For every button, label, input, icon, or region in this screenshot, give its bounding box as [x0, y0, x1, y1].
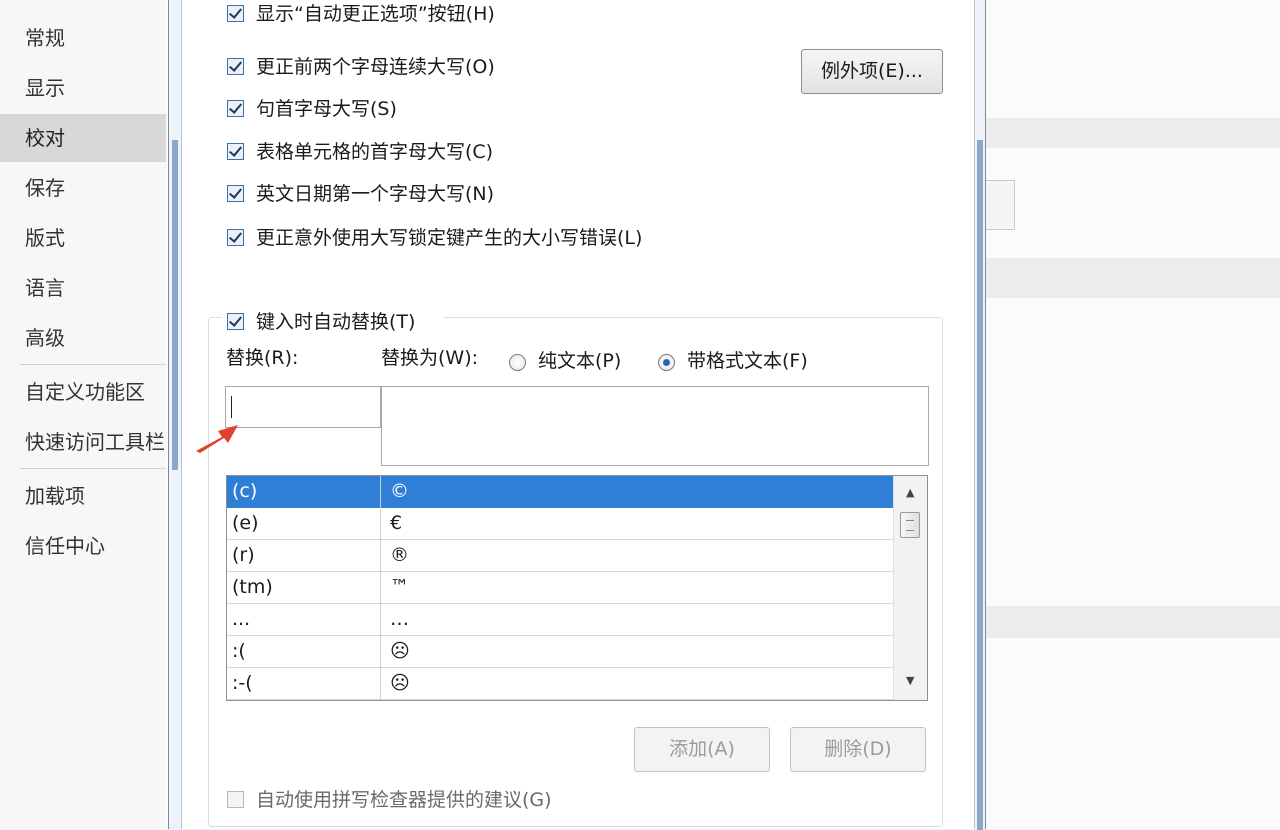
nav-item-quick-access-toolbar[interactable]: 快速访问工具栏 [0, 418, 166, 466]
list-row[interactable]: (r) ® [227, 540, 894, 572]
scrollbar-thumb[interactable] [900, 512, 920, 538]
add-button[interactable]: 添加(A) [634, 727, 770, 772]
with-cell: € [390, 512, 403, 534]
replace-cell: ... [232, 608, 251, 630]
nav-item-add-ins[interactable]: 加载项 [0, 472, 166, 520]
capitalize-sentences-checkbox[interactable] [227, 100, 244, 117]
with-cell: ☹ [390, 672, 410, 694]
replace-cell: :( [232, 640, 246, 662]
nav-divider [20, 468, 166, 469]
replace-as-you-type-checkbox[interactable] [227, 313, 244, 330]
two-initial-caps-checkbox[interactable] [227, 58, 244, 75]
replace-field-label: 替换(R): [226, 347, 299, 369]
with-cell: © [390, 480, 409, 502]
with-cell: … [390, 608, 409, 630]
plain-text-radio[interactable] [509, 354, 526, 371]
nav-item-display[interactable]: 显示 [0, 64, 166, 112]
nav-divider [20, 364, 166, 365]
caps-lock-correction-label: 更正意外使用大写锁定键产生的大小写错误(L) [256, 227, 643, 249]
capitalize-table-cells-checkbox[interactable] [227, 143, 244, 160]
with-field-label: 替换为(W): [381, 347, 479, 369]
formatted-text-label: 带格式文本(F) [687, 350, 808, 372]
frame-accent [977, 140, 983, 830]
capitalize-sentences-label: 句首字母大写(S) [256, 98, 397, 120]
red-arrow-icon [196, 425, 238, 453]
options-nav: 常规 显示 校对 保存 版式 语言 高级 自定义功能区 快速访问工具栏 加载项 … [0, 0, 166, 829]
list-row[interactable]: (e) € [227, 508, 894, 540]
bg-section-band [986, 606, 1280, 638]
with-cell: ® [390, 544, 409, 566]
replace-cell: (r) [232, 544, 255, 566]
replace-cell: :-( [232, 672, 253, 694]
column-divider [380, 476, 381, 700]
nav-item-general[interactable]: 常规 [0, 14, 166, 62]
replace-input[interactable] [225, 386, 381, 428]
exceptions-button[interactable]: 例外项(E)... [801, 49, 943, 94]
spelling-suggestions-checkbox[interactable] [227, 791, 244, 808]
show-options-button-checkbox[interactable] [227, 5, 244, 22]
show-options-button-label: 显示“自动更正选项”按钮(H) [256, 3, 495, 25]
delete-button[interactable]: 删除(D) [790, 727, 926, 772]
replace-cell: (tm) [232, 576, 273, 598]
spelling-suggestions-label: 自动使用拼写检查器提供的建议(G) [256, 789, 552, 811]
nav-item-save[interactable]: 保存 [0, 164, 166, 212]
list-row[interactable]: :( ☹ [227, 636, 894, 668]
replace-as-you-type-label: 键入时自动替换(T) [256, 311, 416, 333]
nav-item-proofing[interactable]: 校对 [0, 114, 166, 162]
replace-cell: (e) [232, 512, 259, 534]
scroll-down-icon[interactable]: ▼ [906, 674, 914, 687]
capitalize-day-names-label: 英文日期第一个字母大写(N) [256, 183, 495, 205]
formatted-text-radio[interactable] [658, 354, 675, 371]
nav-item-customize-ribbon[interactable]: 自定义功能区 [0, 368, 166, 416]
list-row[interactable]: ... … [227, 604, 894, 636]
bg-section-band [986, 118, 1280, 148]
nav-item-trust-center[interactable]: 信任中心 [0, 522, 166, 570]
with-cell: ™ [390, 576, 409, 598]
list-row[interactable]: (tm) ™ [227, 572, 894, 604]
two-initial-caps-label: 更正前两个字母连续大写(O) [256, 56, 495, 78]
with-cell: ☹ [390, 640, 410, 662]
text-caret [231, 396, 232, 418]
scroll-up-icon[interactable]: ▲ [906, 486, 914, 499]
with-input[interactable] [381, 386, 929, 466]
nav-item-layout[interactable]: 版式 [0, 214, 166, 262]
plain-text-label: 纯文本(P) [538, 350, 622, 372]
capitalize-table-cells-label: 表格单元格的首字母大写(C) [256, 141, 494, 163]
frame-accent [172, 140, 178, 470]
bg-section-band [986, 258, 1280, 298]
replace-cell: (c) [232, 480, 258, 502]
autocorrect-entries-list[interactable]: (c) © (e) € (r) ® (tm) ™ ... … :( ☹ :-( … [226, 475, 928, 701]
list-row[interactable]: (c) © [227, 476, 894, 508]
caps-lock-correction-checkbox[interactable] [227, 229, 244, 246]
list-scrollbar[interactable]: ▲ ▼ [893, 476, 927, 700]
list-row[interactable]: :-( ☹ [227, 668, 894, 700]
capitalize-day-names-checkbox[interactable] [227, 185, 244, 202]
nav-item-language[interactable]: 语言 [0, 264, 166, 312]
nav-item-advanced[interactable]: 高级 [0, 314, 166, 362]
